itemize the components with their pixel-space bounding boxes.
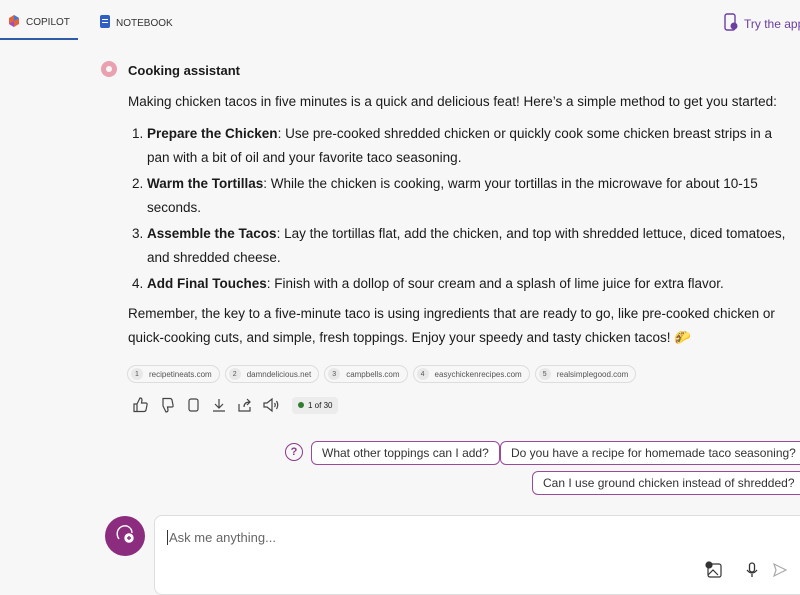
- question-icon: ?: [285, 443, 303, 461]
- tab-copilot[interactable]: COPILOT: [0, 15, 78, 40]
- response-counter: 1 of 30: [292, 396, 339, 414]
- message-outro: Remember, the key to a five-minute taco …: [128, 306, 775, 345]
- phone-icon: [724, 13, 738, 34]
- notebook-icon: [100, 15, 110, 31]
- step-title: Assemble the Tacos: [147, 226, 277, 241]
- tab-notebook[interactable]: NOTEBOOK: [100, 15, 173, 31]
- response-count-text: 1 of 30: [308, 400, 333, 410]
- top-tabs: COPILOT NOTEBOOK Try the app: [0, 0, 800, 40]
- suggestion-button[interactable]: Can I use ground chicken instead of shre…: [532, 471, 800, 495]
- message-actions: 1 of 30: [132, 396, 339, 414]
- step-item: Add Final Touches: Finish with a dollop …: [147, 272, 788, 296]
- send-icon[interactable]: [771, 561, 791, 581]
- assistant-name: Cooking assistant: [128, 63, 240, 78]
- citation-site: easychickenrecipes.com: [434, 369, 522, 379]
- download-icon[interactable]: [210, 396, 228, 414]
- citation-site: damndelicious.net: [246, 369, 312, 379]
- citation-number: 1: [131, 368, 143, 380]
- thumbs-up-icon[interactable]: [132, 396, 150, 414]
- step-text: : Finish with a dollop of sour cream and…: [266, 276, 724, 291]
- citation-number: 4: [416, 368, 429, 380]
- donut-icon: [100, 60, 118, 81]
- citations: 1 recipetineats.com 2 damndelicious.net 3c…: [127, 365, 637, 383]
- suggestion-button[interactable]: What other toppings can I add?: [311, 441, 500, 465]
- read-aloud-icon[interactable]: [262, 396, 280, 414]
- chat-input[interactable]: Ask me anything...: [154, 515, 800, 595]
- citation-link[interactable]: 5 realsimplegood.com: [534, 365, 637, 383]
- step-item: Prepare the Chicken: Use pre-cooked shre…: [147, 122, 788, 170]
- assistant-message: Making chicken tacos in five minutes is …: [128, 90, 788, 350]
- step-title: Prepare the Chicken: [147, 126, 278, 141]
- step-title: Add Final Touches: [147, 276, 267, 291]
- citation-site: recipetineats.com: [149, 369, 212, 379]
- try-app-label: Try the app: [744, 16, 800, 31]
- tab-label: NOTEBOOK: [116, 17, 173, 29]
- citation-site: campbells.com: [346, 369, 400, 379]
- thumbs-down-icon[interactable]: [158, 396, 176, 414]
- copilot-icon: [8, 15, 20, 30]
- citation-link[interactable]: 1 recipetineats.com: [127, 365, 220, 383]
- share-icon[interactable]: [236, 396, 254, 414]
- tab-label: COPILOT: [26, 17, 70, 28]
- citation-number: 5: [538, 368, 551, 380]
- step-title: Warm the Tortillas: [147, 176, 264, 191]
- assistant-header: Cooking assistant: [100, 60, 240, 81]
- chat-input-placeholder: Ask me anything...: [167, 530, 276, 545]
- citation-number: 3: [328, 368, 341, 380]
- citation-link[interactable]: 3 campbells.com: [324, 365, 408, 383]
- new-chat-icon: [115, 524, 135, 549]
- new-chat-button[interactable]: [105, 516, 145, 556]
- citation-link[interactable]: 2 damndelicious.net: [224, 365, 320, 383]
- copy-icon[interactable]: [184, 396, 202, 414]
- microphone-icon[interactable]: [743, 561, 763, 581]
- citation-site: realsimplegood.com: [556, 369, 629, 379]
- suggestion-button[interactable]: Do you have a recipe for homemade taco s…: [500, 441, 800, 465]
- try-app-link[interactable]: Try the app: [724, 13, 800, 34]
- citation-link[interactable]: 4 easychickenrecipes.com: [412, 365, 530, 383]
- image-upload-icon[interactable]: [705, 561, 725, 581]
- status-dot: [298, 402, 304, 408]
- message-intro: Making chicken tacos in five minutes is …: [128, 94, 777, 109]
- step-item: Assemble the Tacos: Lay the tortillas fl…: [147, 222, 788, 270]
- steps-list: Prepare the Chicken: Use pre-cooked shre…: [128, 122, 788, 296]
- citation-number: 2: [228, 368, 241, 380]
- step-item: Warm the Tortillas: While the chicken is…: [147, 172, 788, 220]
